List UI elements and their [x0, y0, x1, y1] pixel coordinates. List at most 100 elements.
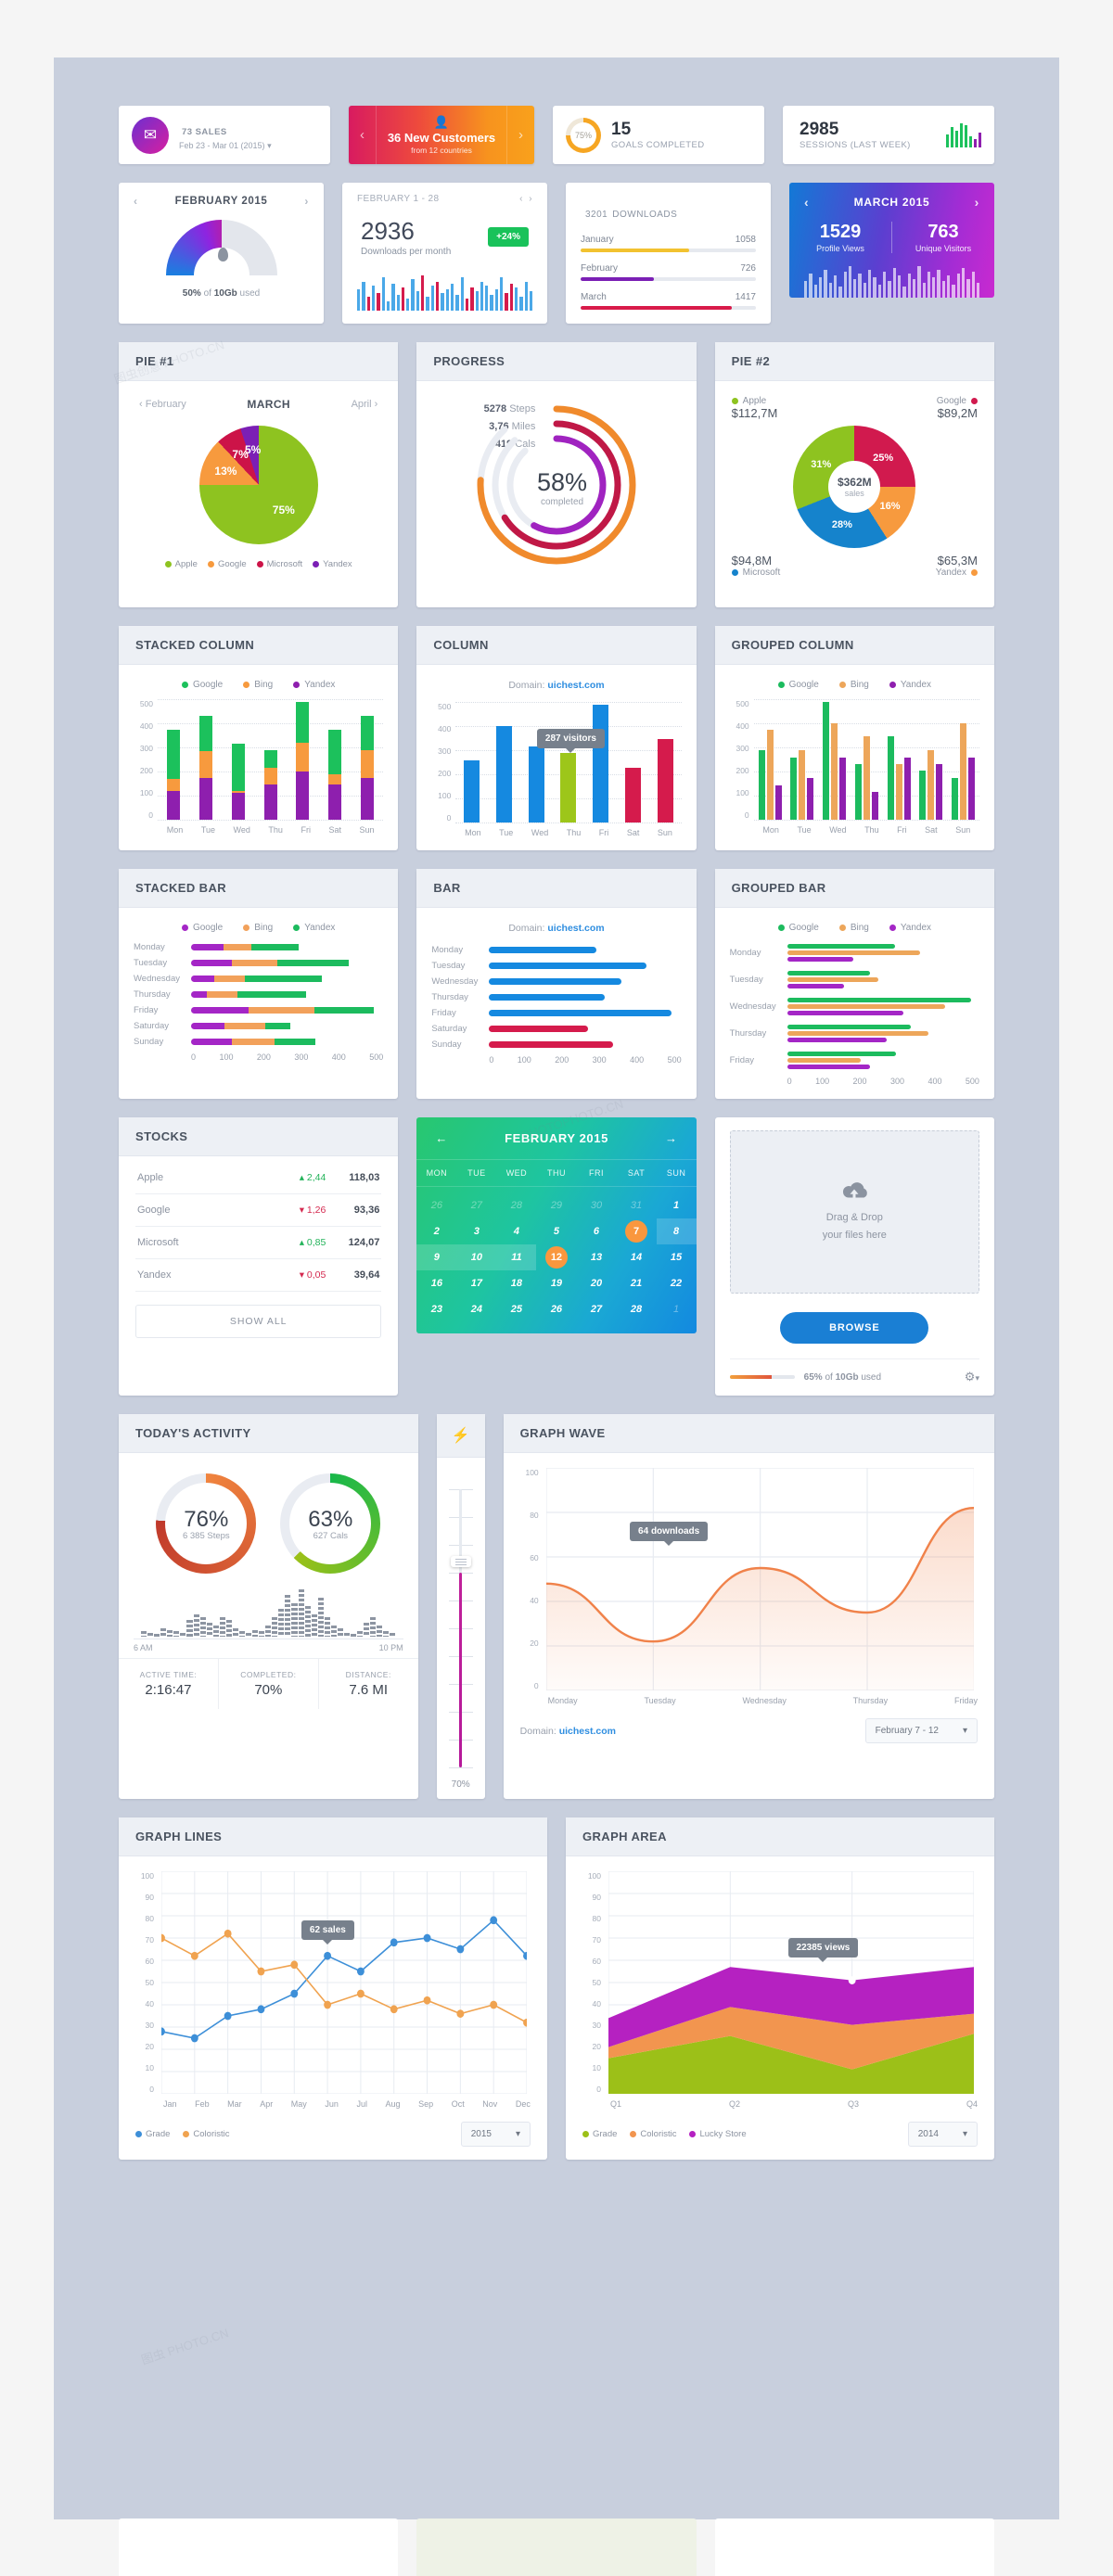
data-point[interactable] — [848, 1976, 856, 1984]
next-icon[interactable]: › — [529, 194, 532, 204]
data-point[interactable] — [224, 2011, 232, 2021]
calendar-day[interactable]: 5 — [536, 1218, 576, 1244]
bar[interactable] — [657, 739, 673, 823]
data-point[interactable] — [161, 2027, 165, 2036]
calendar-day[interactable]: 19 — [536, 1270, 576, 1296]
data-point[interactable] — [224, 1929, 232, 1938]
column-group[interactable] — [199, 699, 213, 820]
bar[interactable] — [464, 759, 480, 823]
wave-range-select[interactable]: February 7 - 12 ▾ — [864, 1718, 978, 1743]
column-group[interactable] — [296, 699, 310, 820]
column-group[interactable] — [758, 699, 782, 820]
slider-rail[interactable] — [450, 1489, 471, 1767]
bar-row[interactable]: Friday — [730, 1050, 979, 1071]
data-point[interactable] — [523, 2018, 527, 2027]
data-point[interactable] — [390, 1938, 398, 1947]
calendar-day[interactable]: 1 — [657, 1192, 697, 1218]
bar-row[interactable]: Wednesday — [730, 996, 979, 1017]
column-group[interactable] — [328, 699, 342, 820]
customers-tile[interactable]: ‹ 👤 36 New Customers from 12 countries › — [349, 106, 534, 164]
bar-row[interactable]: Sunday — [134, 1037, 383, 1047]
calendar-day[interactable]: 15 — [657, 1244, 697, 1270]
data-point[interactable] — [456, 2009, 465, 2018]
bar-row[interactable]: Saturday — [134, 1021, 383, 1031]
calendar-day[interactable]: 28 — [496, 1192, 536, 1218]
data-point[interactable] — [290, 1989, 299, 1998]
calendar-day[interactable]: 17 — [456, 1270, 496, 1296]
calendar-day[interactable]: 26 — [416, 1192, 456, 1218]
bar-row[interactable]: Monday — [134, 942, 383, 952]
bar-row[interactable]: Thursday — [431, 992, 681, 1002]
stock-row[interactable]: Apple ▴ 2,44 118,03 — [135, 1162, 382, 1194]
bar-row[interactable]: Tuesday — [730, 969, 979, 990]
bar[interactable] — [624, 767, 641, 823]
column-group[interactable] — [464, 702, 480, 823]
calendar-day[interactable]: 6 — [576, 1218, 616, 1244]
calendar-day[interactable]: 30 — [576, 1192, 616, 1218]
column-group[interactable] — [854, 699, 878, 820]
calendar-day[interactable]: 10 — [456, 1244, 497, 1270]
sessions-tile[interactable]: 2985 SESSIONS (LAST WEEK) — [783, 106, 994, 164]
data-point[interactable] — [324, 2000, 332, 2009]
next-icon[interactable]: › — [304, 195, 309, 208]
column-group[interactable] — [919, 699, 943, 820]
next-icon[interactable]: › — [506, 106, 534, 164]
data-point[interactable] — [161, 1933, 165, 1943]
column-group[interactable] — [887, 699, 911, 820]
column-group[interactable] — [167, 699, 181, 820]
calendar-day[interactable]: 27 — [576, 1296, 616, 1322]
pie1-next[interactable]: April › — [352, 399, 378, 410]
stock-row[interactable]: Google ▾ 1,26 93,36 — [135, 1194, 382, 1227]
bar[interactable] — [560, 753, 577, 823]
lines-year-select[interactable]: 2015 ▾ — [460, 2122, 531, 2147]
calendar-prev-icon[interactable]: ← — [435, 1131, 448, 1145]
bar-row[interactable]: Friday — [431, 1008, 681, 1018]
calendar-day[interactable]: 4 — [496, 1218, 536, 1244]
calendar-day[interactable]: 27 — [456, 1192, 496, 1218]
prev-icon[interactable]: ‹ — [804, 195, 809, 210]
calendar-next-icon[interactable]: → — [665, 1131, 678, 1145]
bar-row[interactable]: Friday — [134, 1005, 383, 1015]
column-group[interactable] — [528, 702, 544, 823]
data-point[interactable] — [290, 1960, 299, 1970]
column-group[interactable] — [560, 702, 577, 823]
data-point[interactable] — [456, 1945, 465, 1954]
calendar-day[interactable]: 14 — [616, 1244, 656, 1270]
column-group[interactable] — [823, 699, 847, 820]
bar[interactable] — [528, 746, 544, 823]
calendar-day[interactable]: 2 — [416, 1218, 456, 1244]
calendar-day[interactable]: 29 — [536, 1192, 576, 1218]
data-point[interactable] — [190, 2034, 198, 2043]
stock-row[interactable]: Microsoft ▴ 0,85 124,07 — [135, 1227, 382, 1259]
calendar-day[interactable]: 13 — [576, 1244, 616, 1270]
calendar-day[interactable]: 26 — [536, 1296, 576, 1322]
calendar-day[interactable]: 1 — [657, 1296, 697, 1322]
calendar-day[interactable]: 7 — [616, 1218, 656, 1244]
bar-row[interactable]: Thursday — [134, 989, 383, 1000]
column-group[interactable] — [624, 702, 641, 823]
data-point[interactable] — [423, 1996, 431, 2005]
calendar-day[interactable]: 31 — [616, 1192, 656, 1218]
calendar-day[interactable]: 11 — [496, 1244, 537, 1270]
calendar-day[interactable]: 16 — [416, 1270, 456, 1296]
next-icon[interactable]: › — [975, 195, 979, 210]
column-group[interactable] — [231, 699, 245, 820]
column-group[interactable] — [593, 702, 609, 823]
column-group[interactable] — [360, 699, 374, 820]
calendar-day[interactable]: 9 — [416, 1244, 457, 1270]
bar-row[interactable]: Monday — [730, 942, 979, 963]
calendar-day[interactable]: 23 — [416, 1296, 456, 1322]
bar-row[interactable]: Tuesday — [431, 961, 681, 971]
prev-icon[interactable]: ‹ — [519, 194, 523, 204]
data-point[interactable] — [356, 1967, 365, 1976]
goals-tile[interactable]: 75% 15 GOALS COMPLETED — [553, 106, 764, 164]
show-all-button[interactable]: SHOW ALL — [135, 1305, 382, 1338]
bar-row[interactable]: Saturday — [431, 1024, 681, 1034]
bar-row[interactable]: Thursday — [730, 1023, 979, 1044]
pie1-prev[interactable]: ‹ February — [139, 399, 186, 410]
calendar-day[interactable]: 18 — [496, 1270, 536, 1296]
sales-tile[interactable]: ✉ 73 SALES Feb 23 - Mar 01 (2015) ▾ — [119, 106, 330, 164]
calendar-day[interactable]: 8 — [656, 1218, 697, 1244]
column-group[interactable] — [263, 699, 277, 820]
browse-button[interactable]: BROWSE — [780, 1312, 929, 1344]
